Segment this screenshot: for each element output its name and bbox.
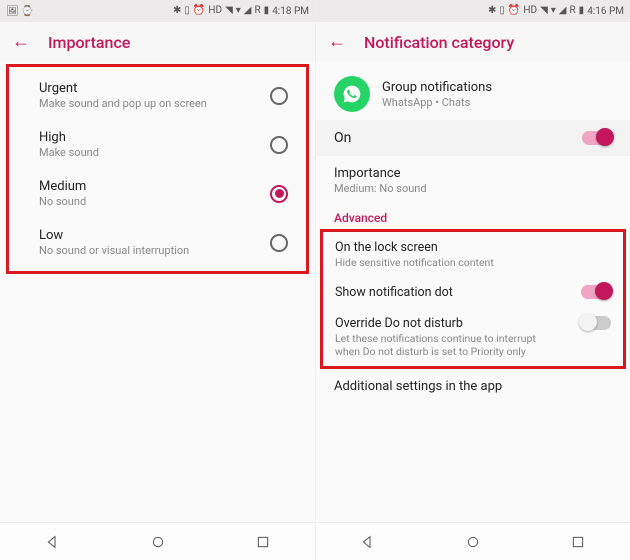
content: Group notifications WhatsApp • Chats On …	[316, 62, 630, 522]
roaming-icon: R	[255, 6, 261, 16]
advanced-section-label: Advanced	[316, 205, 630, 227]
nav-recents-button[interactable]	[253, 532, 273, 552]
hd-icon: HD	[208, 6, 222, 16]
nav-back-button[interactable]	[358, 532, 378, 552]
adv-lock-screen[interactable]: On the lock screen Hide sensitive notifi…	[323, 232, 623, 277]
highlight-frame: Urgent Make sound and pop up on screen H…	[6, 64, 309, 274]
vibrate-icon: ▯	[184, 6, 190, 16]
status-left-icons: 🖼 ⌚	[6, 6, 34, 17]
enable-label: On	[334, 130, 351, 146]
option-label: Urgent	[39, 81, 207, 96]
appbar: ← Notification category	[316, 22, 630, 62]
roaming-icon: R	[570, 6, 576, 16]
signal-icon: ◢	[244, 6, 252, 16]
row-label: Importance	[334, 166, 612, 181]
toggle-switch[interactable]	[582, 131, 612, 145]
highlight-frame: On the lock screen Hide sensitive notifi…	[320, 229, 626, 369]
navbar	[0, 522, 315, 560]
phone-left: 🖼 ⌚ ✱ ▯ ⏰ HD ◥ ▾ ◢ R ▮ 4:18 PM ← Importa…	[0, 0, 315, 560]
status-right: ✱ ▯ ⏰ HD ◥ ▾ ◢ R ▮ 4:18 PM	[173, 6, 309, 17]
navbar	[316, 522, 630, 560]
channel-sub: WhatsApp • Chats	[382, 96, 492, 109]
appbar: ← Importance	[0, 22, 315, 62]
row-desc: Hide sensitive notification content	[335, 256, 494, 269]
statusbar: 🖼 ⌚ ✱ ▯ ⏰ HD ◥ ▾ ◢ R ▮ 4:18 PM	[0, 0, 315, 22]
content: Urgent Make sound and pop up on screen H…	[0, 62, 315, 522]
alarm-icon: ⏰	[508, 6, 520, 16]
battery-icon: ▮	[264, 6, 270, 16]
phone-right: ✱ ▯ ⏰ HD ◥ ▾ ◢ R ▮ 4:16 PM ← Notificatio…	[315, 0, 630, 560]
nav-home-button[interactable]	[463, 532, 483, 552]
option-label: High	[39, 130, 99, 145]
nav-home-button[interactable]	[148, 532, 168, 552]
option-label: Low	[39, 228, 189, 243]
location-icon: ◥	[225, 6, 233, 16]
status-time: 4:18 PM	[272, 6, 309, 17]
additional-settings-row[interactable]: Additional settings in the app	[316, 371, 630, 404]
page-title: Importance	[48, 33, 130, 52]
option-desc: No sound	[39, 195, 86, 208]
signal-icon: ◢	[559, 6, 567, 16]
row-value: Medium: No sound	[334, 182, 612, 195]
watch-icon: ⌚	[21, 6, 33, 17]
status-right: ✱ ▯ ⏰ HD ◥ ▾ ◢ R ▮ 4:16 PM	[488, 6, 624, 17]
importance-options: Urgent Make sound and pop up on screen H…	[9, 67, 306, 271]
option-high[interactable]: High Make sound	[9, 120, 306, 169]
page-title: Notification category	[364, 33, 514, 52]
toggle-switch[interactable]	[581, 285, 611, 299]
location-icon: ◥	[540, 6, 548, 16]
whatsapp-icon	[334, 76, 370, 112]
importance-row[interactable]: Importance Medium: No sound	[316, 156, 630, 205]
bluetooth-icon: ✱	[488, 6, 496, 16]
row-label: Override Do not disturb	[335, 316, 545, 331]
row-desc: Let these notifications continue to inte…	[335, 332, 545, 358]
statusbar: ✱ ▯ ⏰ HD ◥ ▾ ◢ R ▮ 4:16 PM	[316, 0, 630, 22]
row-label: On the lock screen	[335, 240, 494, 255]
vibrate-icon: ▯	[499, 6, 505, 16]
enable-toggle-row[interactable]: On	[316, 120, 630, 156]
option-urgent[interactable]: Urgent Make sound and pop up on screen	[9, 71, 306, 120]
wifi-icon: ▾	[551, 6, 556, 16]
hd-icon: HD	[523, 6, 537, 16]
channel-name: Group notifications	[382, 80, 492, 95]
nav-back-button[interactable]	[43, 532, 63, 552]
bluetooth-icon: ✱	[173, 6, 181, 16]
nav-recents-button[interactable]	[568, 532, 588, 552]
option-low[interactable]: Low No sound or visual interruption	[9, 218, 306, 267]
picture-icon: 🖼	[6, 6, 19, 17]
toggle-switch[interactable]	[581, 316, 611, 330]
adv-notification-dot[interactable]: Show notification dot	[323, 277, 623, 308]
row-label: Additional settings in the app	[334, 379, 612, 394]
radio-icon[interactable]	[270, 87, 288, 105]
option-medium[interactable]: Medium No sound	[9, 169, 306, 218]
radio-icon[interactable]	[270, 185, 288, 203]
battery-icon: ▮	[579, 6, 585, 16]
channel-header: Group notifications WhatsApp • Chats	[316, 62, 630, 120]
wifi-icon: ▾	[236, 6, 241, 16]
back-button[interactable]: ←	[328, 33, 346, 51]
radio-icon[interactable]	[270, 136, 288, 154]
radio-icon[interactable]	[270, 234, 288, 252]
option-desc: Make sound and pop up on screen	[39, 97, 207, 110]
row-label: Show notification dot	[335, 285, 453, 300]
option-desc: Make sound	[39, 146, 99, 159]
option-label: Medium	[39, 179, 86, 194]
option-desc: No sound or visual interruption	[39, 244, 189, 257]
back-button[interactable]: ←	[12, 33, 30, 51]
status-time: 4:16 PM	[587, 6, 624, 17]
alarm-icon: ⏰	[193, 6, 205, 16]
adv-override-dnd[interactable]: Override Do not disturb Let these notifi…	[323, 308, 623, 366]
